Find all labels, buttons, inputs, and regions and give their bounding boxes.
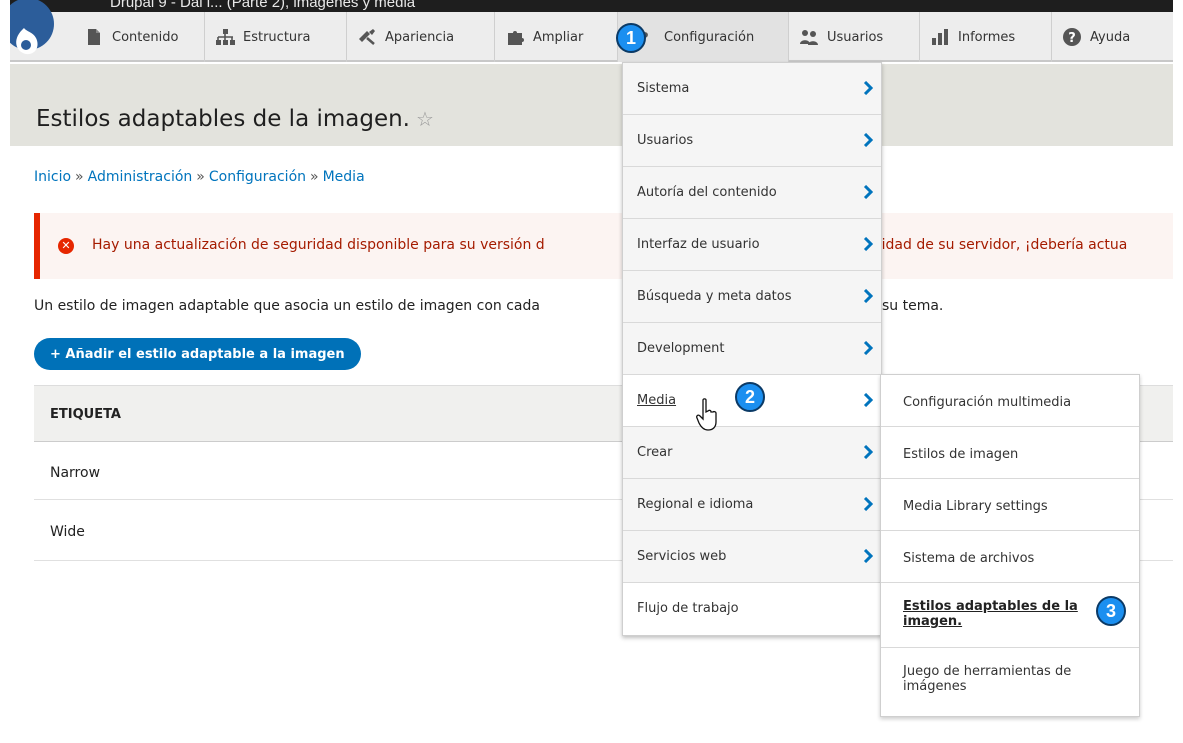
page-description: Un estilo de imagen adaptable que asocia… bbox=[34, 298, 540, 314]
toolbar-item-usuarios[interactable]: Usuarios bbox=[789, 12, 920, 62]
page-title-text: Estilos adaptables de la imagen. bbox=[36, 106, 410, 132]
menu-item-sistema[interactable]: Sistema bbox=[623, 63, 881, 115]
toolbar-label: Apariencia bbox=[385, 29, 455, 45]
screen-frame: Drupal 9 - Dai i... (Parte 2), imágenes … bbox=[0, 0, 1183, 743]
submenu-item-label: Estilos adaptables de la imagen. bbox=[903, 599, 1078, 629]
chevron-right-icon bbox=[863, 497, 873, 511]
error-icon: ✕ bbox=[58, 238, 74, 254]
menu-item-label: Interfaz de usuario bbox=[637, 237, 760, 252]
breadcrumb-separator: » bbox=[310, 169, 319, 185]
bar-chart-icon bbox=[932, 29, 948, 45]
media-submenu: Configuración multimedia Estilos de imag… bbox=[880, 374, 1140, 717]
chevron-right-icon bbox=[863, 549, 873, 563]
submenu-item-estilos-imagen[interactable]: Estilos de imagen bbox=[881, 427, 1139, 479]
chevron-right-icon bbox=[863, 393, 873, 407]
toolbar-label: Ampliar bbox=[533, 29, 584, 45]
svg-text:?: ? bbox=[1068, 31, 1076, 46]
toolbar-label: Usuarios bbox=[827, 29, 884, 45]
toolbar-item-ampliar[interactable]: Ampliar bbox=[495, 12, 618, 62]
step-badge-3: 3 bbox=[1096, 596, 1126, 626]
page-title: Estilos adaptables de la imagen. ☆ bbox=[36, 106, 434, 132]
breadcrumb-link[interactable]: Inicio bbox=[34, 169, 71, 185]
menu-item-label: Sistema bbox=[637, 81, 690, 96]
breadcrumb: Inicio» Administración» Configuración» Medi… bbox=[34, 169, 365, 185]
toolbar-label: Informes bbox=[958, 29, 1016, 45]
menu-item-regional[interactable]: Regional e idioma bbox=[623, 479, 881, 531]
submenu-item-media-library-settings[interactable]: Media Library settings bbox=[881, 479, 1139, 531]
add-responsive-style-button[interactable]: + Añadir el estilo adaptable a la imagen bbox=[34, 338, 361, 370]
chevron-right-icon bbox=[863, 341, 873, 355]
menu-item-label: Servicios web bbox=[637, 549, 727, 564]
chevron-right-icon bbox=[863, 133, 873, 147]
menu-item-label: Development bbox=[637, 341, 725, 356]
menu-item-label: Autoría del contenido bbox=[637, 185, 777, 200]
toolbar-item-apariencia[interactable]: Apariencia bbox=[347, 12, 495, 62]
menu-item-label: Búsqueda y meta datos bbox=[637, 289, 792, 304]
toolbar-label: Contenido bbox=[112, 29, 179, 45]
star-icon[interactable]: ☆ bbox=[416, 107, 434, 131]
security-alert: ✕ Hay una actualización de seguridad dis… bbox=[34, 213, 1173, 279]
breadcrumb-link[interactable]: Media bbox=[323, 169, 365, 185]
menu-item-busqueda[interactable]: Búsqueda y meta datos bbox=[623, 271, 881, 323]
submenu-item-configuracion-multimedia[interactable]: Configuración multimedia bbox=[881, 375, 1139, 427]
menu-item-interfaz[interactable]: Interfaz de usuario bbox=[623, 219, 881, 271]
menu-item-label: Media bbox=[637, 393, 677, 408]
chevron-right-icon bbox=[863, 445, 873, 459]
menu-item-label: Regional e idioma bbox=[637, 497, 754, 512]
configuracion-dropdown: Sistema Usuarios Autoría del contenido I… bbox=[622, 62, 882, 636]
chevron-right-icon bbox=[863, 185, 873, 199]
page-description-tail: su tema. bbox=[882, 298, 944, 314]
submenu-item-sistema-archivos[interactable]: Sistema de archivos bbox=[881, 531, 1139, 583]
menu-item-crear[interactable]: Crear bbox=[623, 427, 881, 479]
submenu-item-label: Juego de herramientas de imágenes bbox=[903, 664, 1072, 694]
submenu-item-label: Sistema de archivos bbox=[903, 551, 1035, 566]
alert-message: Hay una actualización de seguridad dispo… bbox=[92, 237, 545, 253]
admin-page: Drupal 9 - Dai i... (Parte 2), imágenes … bbox=[10, 0, 1173, 733]
puzzle-icon bbox=[508, 31, 524, 45]
sitemap-icon bbox=[216, 29, 235, 45]
menu-item-usuarios[interactable]: Usuarios bbox=[623, 115, 881, 167]
submenu-item-label: Estilos de imagen bbox=[903, 447, 1019, 462]
breadcrumb-link[interactable]: Administración bbox=[88, 169, 193, 185]
submenu-item-juego-herramientas[interactable]: Juego de herramientas de imágenes bbox=[881, 648, 1139, 716]
chevron-right-icon bbox=[863, 81, 873, 95]
hand-pointer-icon bbox=[696, 398, 717, 431]
menu-item-servicios-web[interactable]: Servicios web bbox=[623, 531, 881, 583]
drupal-logo-icon[interactable] bbox=[10, 0, 58, 64]
toolbar-item-estructura[interactable]: Estructura bbox=[205, 12, 347, 62]
page-header bbox=[10, 64, 1173, 146]
admin-toolbar: Contenido Estructura Apariencia Ampliar … bbox=[10, 0, 1173, 62]
breadcrumb-separator: » bbox=[75, 169, 84, 185]
toolbar-item-ayuda[interactable]: ? Ayuda bbox=[1052, 12, 1173, 62]
breadcrumb-link[interactable]: Configuración bbox=[209, 169, 306, 185]
video-title: Drupal 9 - Dai i... (Parte 2), imágenes … bbox=[110, 0, 416, 11]
people-icon bbox=[800, 30, 818, 45]
toolbar-item-informes[interactable]: Informes bbox=[920, 12, 1052, 62]
menu-item-autoria[interactable]: Autoría del contenido bbox=[623, 167, 881, 219]
submenu-item-label: Configuración multimedia bbox=[903, 395, 1072, 410]
menu-item-label: Usuarios bbox=[637, 133, 694, 148]
question-icon: ? bbox=[1063, 28, 1081, 46]
step-badge-2: 2 bbox=[735, 382, 765, 412]
step-badge-1: 1 bbox=[616, 23, 646, 53]
paintbrush-icon bbox=[359, 29, 375, 45]
file-icon bbox=[88, 29, 100, 45]
toolbar-label: Estructura bbox=[243, 29, 311, 45]
menu-item-development[interactable]: Development bbox=[623, 323, 881, 375]
menu-item-label: Flujo de trabajo bbox=[637, 601, 739, 616]
toolbar-label: Configuración bbox=[664, 29, 755, 45]
chevron-right-icon bbox=[863, 289, 873, 303]
menu-item-label: Crear bbox=[637, 445, 673, 460]
alert-message-tail: uridad de su servidor, ¡debería actua bbox=[867, 237, 1128, 253]
menu-item-flujo-trabajo[interactable]: Flujo de trabajo bbox=[623, 583, 881, 635]
breadcrumb-separator: » bbox=[196, 169, 205, 185]
submenu-item-label: Media Library settings bbox=[903, 499, 1048, 514]
toolbar-item-contenido[interactable]: Contenido bbox=[74, 12, 205, 62]
chevron-right-icon bbox=[863, 237, 873, 251]
toolbar-label: Ayuda bbox=[1090, 29, 1131, 45]
